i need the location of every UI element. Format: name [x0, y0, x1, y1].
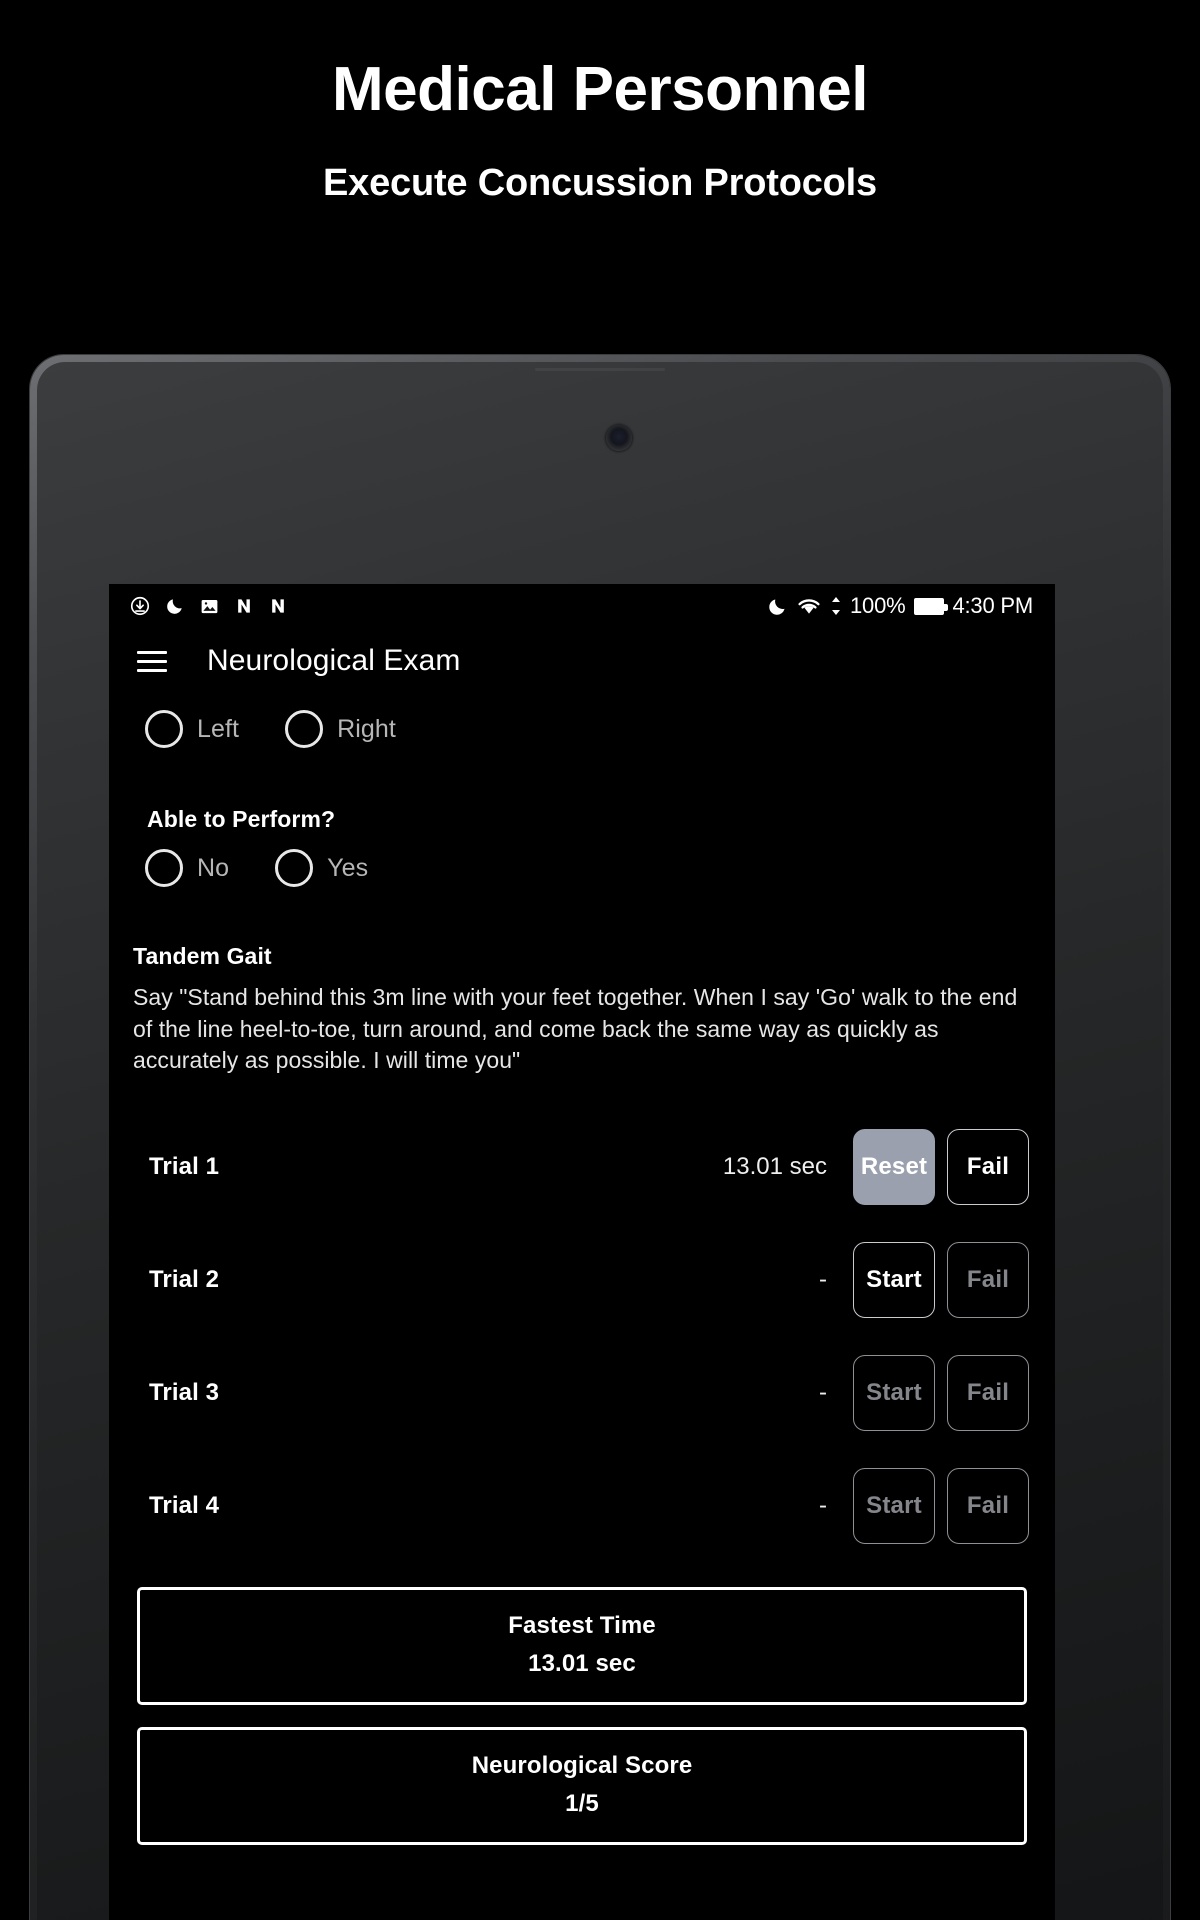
trial-1-reset-button[interactable]: Reset — [853, 1129, 935, 1205]
promo-header: Medical Personnel Execute Concussion Pro… — [0, 0, 1200, 206]
neurological-score-value: 1/5 — [565, 1789, 599, 1817]
radio-label-no: No — [197, 853, 230, 882]
table-row: Trial 2 - Start Fail — [131, 1224, 1033, 1337]
battery-icon — [914, 597, 949, 615]
app-screen: 100% 4:30 PM Neurological Exam Left Righ… — [109, 584, 1055, 1920]
fastest-time-card: Fastest Time 13.01 sec — [137, 1586, 1027, 1705]
neurological-score-label: Neurological Score — [471, 1751, 693, 1779]
trial-4-fail-button: Fail — [947, 1468, 1029, 1544]
moon-icon — [767, 595, 788, 618]
fastest-time-label: Fastest Time — [508, 1611, 656, 1639]
trial-label: Trial 1 — [149, 1153, 220, 1180]
app-n-icon — [234, 595, 254, 617]
table-row: Trial 4 - Start Fail — [131, 1450, 1033, 1563]
trial-time-value: - — [819, 1492, 827, 1519]
radio-option-yes[interactable]: Yes — [261, 839, 386, 897]
battery-percent-label: 100% — [850, 593, 906, 618]
able-to-perform-group: No Yes — [131, 833, 1033, 897]
app-bar: Neurological Exam — [109, 628, 1055, 694]
trial-time-value: 13.01 sec — [722, 1153, 827, 1180]
front-camera-icon — [605, 425, 632, 451]
side-selection-group: Left Right — [131, 694, 1033, 758]
radio-circle-icon — [285, 710, 324, 748]
radio-label-yes: Yes — [327, 853, 369, 882]
radio-circle-icon — [145, 710, 183, 748]
status-bar-left-icons — [129, 595, 288, 617]
table-row: Trial 3 - Start Fail — [131, 1337, 1033, 1450]
table-row: Trial 1 13.01 sec Reset Fail — [131, 1111, 1033, 1224]
fastest-time-value: 13.01 sec — [528, 1649, 636, 1677]
image-icon — [199, 596, 220, 617]
trial-label: Trial 4 — [149, 1492, 220, 1519]
wifi-icon — [796, 595, 822, 617]
app-n-icon-2 — [268, 595, 288, 617]
moon-icon — [165, 595, 185, 617]
trial-2-fail-button: Fail — [947, 1242, 1029, 1318]
trial-1-fail-button[interactable]: Fail — [947, 1129, 1029, 1205]
tandem-gait-title: Tandem Gait — [133, 943, 272, 969]
promo-subtitle: Execute Concussion Protocols — [323, 162, 877, 205]
earpiece-speaker — [535, 368, 665, 371]
radio-label-right: Right — [337, 714, 396, 743]
summary-section: Fastest Time 13.01 sec Neurological Scor… — [131, 1586, 1033, 1845]
trial-label: Trial 2 — [149, 1266, 220, 1293]
promo-screenshot-page: Medical Personnel Execute Concussion Pro… — [0, 0, 1200, 1920]
trial-label: Trial 3 — [149, 1379, 220, 1406]
tablet-device-frame: 100% 4:30 PM Neurological Exam Left Righ… — [30, 355, 1170, 1920]
radio-option-left[interactable]: Left — [131, 700, 257, 758]
trial-3-start-button: Start — [853, 1355, 935, 1431]
tablet-bezel: 100% 4:30 PM Neurological Exam Left Righ… — [37, 362, 1163, 1920]
clock-label: 4:30 PM — [952, 593, 1033, 618]
able-to-perform-question: Able to Perform? — [147, 806, 336, 832]
hamburger-line-3 — [137, 668, 167, 672]
hamburger-line-1 — [137, 650, 167, 654]
radio-circle-icon — [275, 849, 314, 887]
page-title: Neurological Exam — [207, 644, 461, 677]
radio-option-no[interactable]: No — [131, 839, 247, 897]
download-circle-icon — [129, 595, 151, 617]
tandem-gait-instructions: Say "Stand behind this 3m line with your… — [133, 984, 1018, 1073]
hamburger-menu-icon[interactable] — [137, 650, 167, 672]
trial-time-value: - — [819, 1266, 827, 1293]
exam-content: Left Right Able to Perform? No Yes Tande… — [109, 694, 1055, 1845]
promo-title: Medical Personnel — [332, 55, 868, 124]
trial-2-start-button[interactable]: Start — [853, 1242, 935, 1318]
radio-option-right[interactable]: Right — [271, 700, 414, 758]
trial-time-value: - — [819, 1379, 827, 1406]
trial-3-fail-button: Fail — [947, 1355, 1029, 1431]
hamburger-line-2 — [137, 659, 167, 663]
status-bar: 100% 4:30 PM — [109, 584, 1055, 628]
radio-circle-icon — [145, 849, 183, 887]
radio-label-left: Left — [197, 714, 240, 743]
neurological-score-card: Neurological Score 1/5 — [137, 1726, 1027, 1845]
status-bar-right-icons: 100% 4:30 PM — [767, 595, 1033, 618]
trial-4-start-button: Start — [853, 1468, 935, 1544]
trials-list: Trial 1 13.01 sec Reset Fail Trial 2 - S… — [131, 1111, 1033, 1563]
data-transfer-icon — [830, 595, 842, 617]
